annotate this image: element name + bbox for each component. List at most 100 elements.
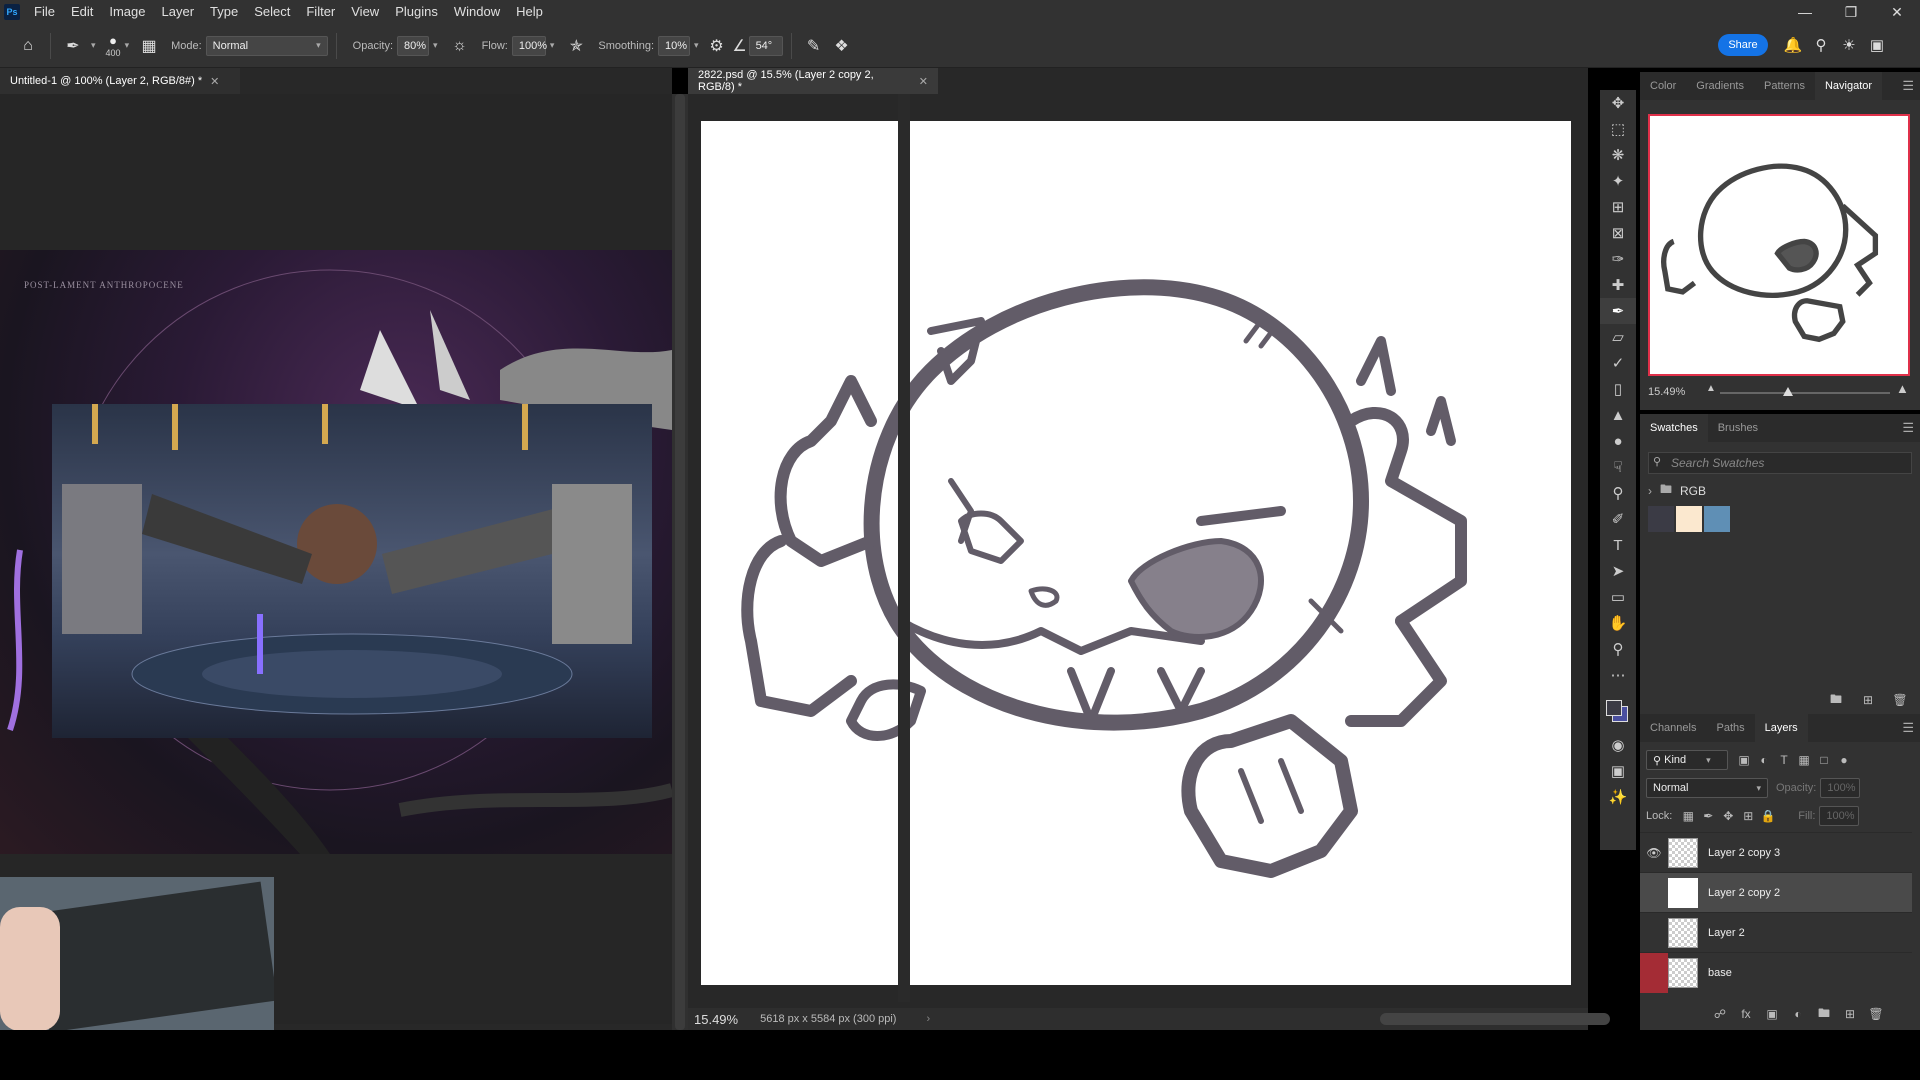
discover-icon[interactable]: ☀ <box>1838 34 1860 56</box>
foreground-color[interactable] <box>1606 700 1622 716</box>
zoom-in-icon[interactable]: ▲ <box>1896 381 1909 396</box>
navigator-preview[interactable] <box>1648 114 1910 376</box>
path-selection-tool-icon[interactable]: ➤ <box>1600 558 1636 584</box>
screen-mode-icon[interactable]: ▣ <box>1600 758 1636 784</box>
type-tool-icon[interactable]: T <box>1600 532 1636 558</box>
move-tool-icon[interactable]: ✥ <box>1600 90 1636 116</box>
menu-select[interactable]: Select <box>246 0 298 24</box>
panel-menu-icon[interactable]: ☰ <box>1902 78 1914 94</box>
eraser-tool-icon[interactable]: ▯ <box>1600 376 1636 402</box>
zoom-level[interactable]: 15.49% <box>694 1012 738 1027</box>
close-icon[interactable]: ✕ <box>919 75 928 88</box>
menu-window[interactable]: Window <box>446 0 508 24</box>
menu-layer[interactable]: Layer <box>154 0 203 24</box>
gear-icon[interactable]: ⚙ <box>703 32 731 60</box>
pressure-opacity-icon[interactable]: ☼ <box>446 32 474 60</box>
paint-bucket-tool-icon[interactable]: ▲ <box>1600 402 1636 428</box>
tab-untitled-1[interactable]: Untitled-1 @ 100% (Layer 2, RGB/8#) * ✕ <box>0 68 240 94</box>
symmetry-icon[interactable]: ❖ <box>828 32 856 60</box>
swatch-cream[interactable] <box>1676 506 1702 532</box>
main-canvas-area[interactable] <box>688 94 1588 1005</box>
bell-icon[interactable]: 🔔 <box>1782 34 1804 56</box>
angle-input[interactable]: 54° <box>748 35 783 56</box>
panel-menu-icon[interactable]: ☰ <box>1902 420 1914 436</box>
generative-icon[interactable]: ✨ <box>1600 784 1636 810</box>
mode-select[interactable]: Normal ▾ <box>205 35 328 56</box>
eye-icon[interactable]: 👁 <box>1640 833 1668 873</box>
history-brush-tool-icon[interactable]: ✓ <box>1600 350 1636 376</box>
tab-swatches[interactable]: Swatches <box>1640 414 1708 442</box>
document-info[interactable]: 5618 px x 5584 px (300 ppi) <box>760 1013 896 1025</box>
tab-color[interactable]: Color <box>1640 72 1686 100</box>
menu-type[interactable]: Type <box>202 0 246 24</box>
menu-edit[interactable]: Edit <box>63 0 101 24</box>
more-tools-icon[interactable]: ⋯ <box>1600 662 1636 688</box>
left-canvas[interactable]: POST-LAMENT ANTHROPOCENE <box>0 94 672 1031</box>
shape-filter-icon[interactable]: ▦ <box>1794 750 1814 770</box>
trash-icon[interactable]: 🗑 <box>1890 690 1910 710</box>
swatch-search-input[interactable]: Search Swatches <box>1648 452 1912 474</box>
dodge-tool-icon[interactable]: ⚲ <box>1600 480 1636 506</box>
adjustment-filter-icon[interactable]: ◐ <box>1754 750 1774 770</box>
zoom-tool-icon[interactable]: ⚲ <box>1600 636 1636 662</box>
brush-preset-picker[interactable]: ● 400 <box>106 33 121 58</box>
trash-icon[interactable]: 🗑 <box>1866 1004 1886 1024</box>
close-icon[interactable]: ✕ <box>1874 0 1920 24</box>
swatch-dark-slate[interactable] <box>1648 506 1674 532</box>
lock-pixels-icon[interactable]: ✒ <box>1698 806 1718 826</box>
zoom-slider-knob[interactable] <box>1783 387 1793 396</box>
tab-paths[interactable]: Paths <box>1706 714 1754 742</box>
right-scrollbar[interactable] <box>898 94 910 1002</box>
eye-hidden-icon[interactable] <box>1640 913 1668 953</box>
lock-artboard-icon[interactable]: ⊞ <box>1738 806 1758 826</box>
add-icon[interactable]: ⊞ <box>1858 690 1878 710</box>
color-swatches[interactable] <box>1600 688 1636 732</box>
menu-help[interactable]: Help <box>508 0 551 24</box>
pixel-filter-icon[interactable]: ▣ <box>1734 750 1754 770</box>
tab-2822-psd[interactable]: 2822.psd @ 15.5% (Layer 2 copy 2, RGB/8)… <box>688 68 938 94</box>
swatch-group-rgb[interactable]: › 🖿 RGB <box>1648 480 1706 501</box>
layer-row-base[interactable]: base <box>1640 952 1912 993</box>
brush-tool-icon[interactable]: ✒ <box>59 32 87 60</box>
swatch-blue[interactable] <box>1704 506 1730 532</box>
tab-brushes[interactable]: Brushes <box>1708 414 1768 442</box>
eye-hidden-icon[interactable] <box>1640 873 1668 913</box>
home-icon[interactable]: ⌂ <box>14 32 42 60</box>
restore-icon[interactable]: ❐ <box>1828 0 1874 24</box>
lasso-tool-icon[interactable]: ❋ <box>1600 142 1636 168</box>
tab-gradients[interactable]: Gradients <box>1686 72 1754 100</box>
stamp-tool-icon[interactable]: ▱ <box>1600 324 1636 350</box>
quick-mask-icon[interactable]: ◉ <box>1600 732 1636 758</box>
panel-menu-icon[interactable]: ☰ <box>1902 720 1914 736</box>
rectangle-tool-icon[interactable]: ▭ <box>1600 584 1636 610</box>
opacity-input[interactable]: 80% <box>397 35 430 56</box>
healing-brush-tool-icon[interactable]: ✚ <box>1600 272 1636 298</box>
lock-transparent-icon[interactable]: ▦ <box>1678 806 1698 826</box>
new-group-icon[interactable]: 🖿 <box>1814 1004 1834 1024</box>
layer-row-layer-2-copy-3[interactable]: 👁 Layer 2 copy 3 <box>1640 832 1912 872</box>
fx-icon[interactable]: fx <box>1736 1004 1756 1024</box>
zoom-out-icon[interactable]: ▲ <box>1706 383 1716 394</box>
chevron-down-icon[interactable]: ▾ <box>91 40 96 51</box>
hand-tool-icon[interactable]: ✋ <box>1600 610 1636 636</box>
kind-filter-select[interactable]: ⚲ Kind ▾ <box>1646 750 1728 770</box>
eye-hidden-icon[interactable] <box>1640 952 1668 993</box>
zoom-slider[interactable] <box>1720 387 1890 396</box>
pen-tool-icon[interactable]: ✐ <box>1600 506 1636 532</box>
crop-tool-icon[interactable]: ⊞ <box>1600 194 1636 220</box>
new-layer-icon[interactable]: ⊞ <box>1840 1004 1860 1024</box>
type-filter-icon[interactable]: T <box>1774 750 1794 770</box>
fill-input[interactable]: 100% <box>1819 806 1860 826</box>
scroll-thumb[interactable] <box>675 94 685 1030</box>
lock-position-icon[interactable]: ✥ <box>1718 806 1738 826</box>
blur-tool-icon[interactable]: ● <box>1600 428 1636 454</box>
menu-view[interactable]: View <box>343 0 387 24</box>
eyedropper-tool-icon[interactable]: ✑ <box>1600 246 1636 272</box>
scroll-thumb[interactable] <box>1380 1013 1610 1025</box>
blend-mode-select[interactable]: Normal ▾ <box>1646 778 1768 798</box>
minimize-icon[interactable]: — <box>1782 0 1828 24</box>
menu-filter[interactable]: Filter <box>298 0 343 24</box>
pressure-size-icon[interactable]: ✎ <box>800 32 828 60</box>
menu-plugins[interactable]: Plugins <box>387 0 446 24</box>
horizontal-scrollbar[interactable] <box>930 1008 1610 1030</box>
